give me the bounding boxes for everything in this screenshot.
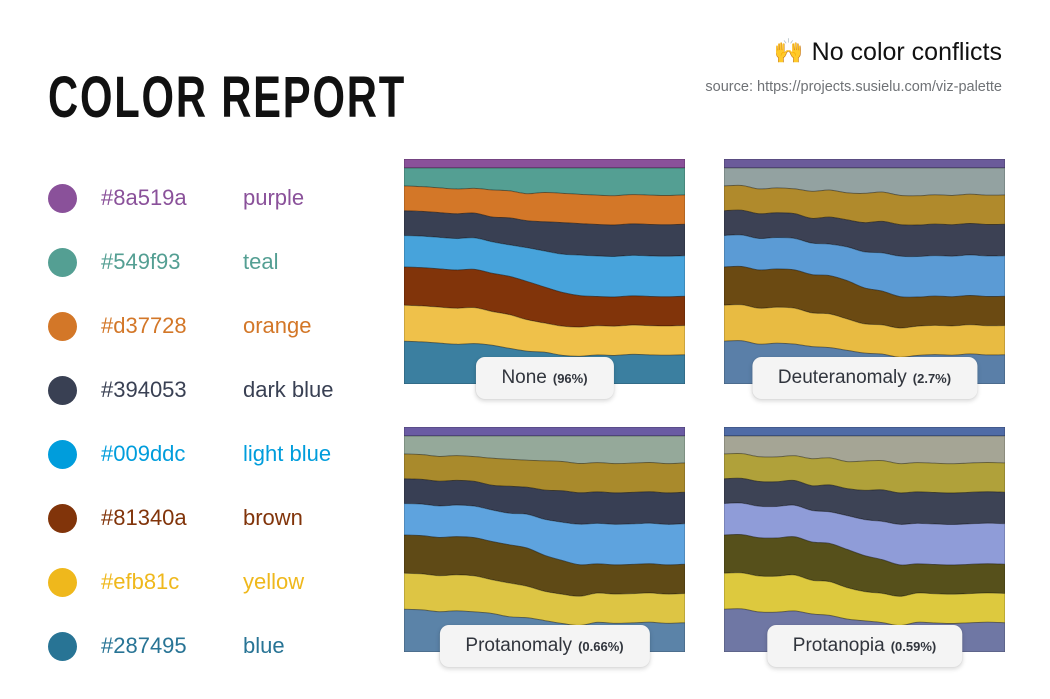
color-swatch (48, 567, 77, 597)
legend-color-name: orange (243, 313, 312, 338)
legend-hex-value: #009ddc (101, 441, 186, 466)
legend-item-light-blue[interactable]: #009ddc light blue (48, 422, 388, 486)
legend-color-name: brown (243, 505, 303, 530)
color-swatch (48, 311, 77, 341)
color-swatch (48, 439, 77, 469)
legend-hex-value: #81340a (101, 505, 187, 530)
header: COLOR REPORT 🙌 No color conflicts source… (0, 0, 1050, 150)
status-badge: 🙌 No color conflicts (522, 36, 1002, 68)
legend-item-purple[interactable]: #8a519a purple (48, 166, 388, 230)
legend-hex-value: #394053 (101, 377, 187, 402)
panel-label-name: Deuteranomaly (777, 367, 907, 388)
color-swatch (48, 503, 77, 533)
legend-item-orange[interactable]: #d37728 orange (48, 294, 388, 358)
panel-label: Protanopia (0.59%) (766, 625, 963, 667)
legend-item-brown[interactable]: #81340a brown (48, 486, 388, 550)
panel-label-percent: (0.59%) (890, 639, 937, 654)
header-meta: 🙌 No color conflicts source: https://pro… (522, 36, 1002, 96)
panel-label-name: None (501, 367, 547, 388)
legend-item-yellow[interactable]: #efb81c yellow (48, 550, 388, 614)
stream-band (724, 427, 1005, 437)
legend-color-name: dark blue (243, 377, 334, 402)
legend-hex-value: #d37728 (101, 313, 187, 338)
legend-hex-value: #287495 (101, 633, 187, 658)
color-swatch (48, 247, 77, 277)
legend-color-name: light blue (243, 441, 332, 466)
panel-deuteranomaly[interactable]: Deuteranomaly (2.7%) (724, 159, 1005, 399)
legend-item-blue[interactable]: #287495 blue (48, 614, 388, 678)
panel-label-percent: (0.66%) (578, 639, 624, 654)
legend-color-name: purple (243, 185, 305, 210)
streamgraph (404, 427, 685, 652)
streamgraph (724, 159, 1005, 384)
legend-color-name: teal (243, 249, 279, 274)
panel-label: None (96%) (475, 357, 614, 399)
color-swatch (48, 375, 77, 405)
raising-hands-icon: 🙌 (773, 38, 804, 65)
panel-label-percent: (96%) (552, 371, 588, 386)
panel-protanopia[interactable]: Protanopia (0.59%) (724, 427, 1005, 667)
legend-hex-value: #efb81c (101, 569, 180, 594)
streamgraph (404, 159, 685, 384)
legend-color-name: yellow (243, 569, 305, 594)
color-legend: #8a519a purple #549f93 teal #d37728 orange #39… (48, 166, 388, 678)
panel-label: Deuteranomaly (2.7%) (751, 357, 978, 399)
page-title: COLOR REPORT (48, 64, 407, 130)
panel-label-name: Protanomaly (465, 635, 573, 656)
simulation-panels: None (96%) Deuteranomaly (2.7%) Protanomaly (… (404, 159, 1005, 667)
color-swatch (48, 631, 77, 661)
panel-label-name: Protanopia (792, 635, 885, 656)
panel-label: Protanomaly (0.66%) (439, 625, 650, 667)
panel-protanomaly[interactable]: Protanomaly (0.66%) (404, 427, 685, 667)
legend-item-dark-blue[interactable]: #394053 dark blue (48, 358, 388, 422)
stream-band (404, 427, 685, 437)
legend-item-teal[interactable]: #549f93 teal (48, 230, 388, 294)
panel-none[interactable]: None (96%) (404, 159, 685, 399)
legend-hex-value: #8a519a (101, 185, 187, 210)
stream-band (404, 159, 685, 169)
panel-label-percent: (2.7%) (912, 371, 952, 386)
legend-hex-value: #549f93 (101, 249, 181, 274)
legend-color-name: blue (243, 633, 285, 658)
streamgraph (724, 427, 1005, 652)
stream-band (724, 159, 1005, 169)
status-badge-label: No color conflicts (811, 38, 1002, 66)
source-link[interactable]: source: https://projects.susielu.com/viz… (522, 78, 1002, 96)
color-swatch (48, 183, 77, 213)
